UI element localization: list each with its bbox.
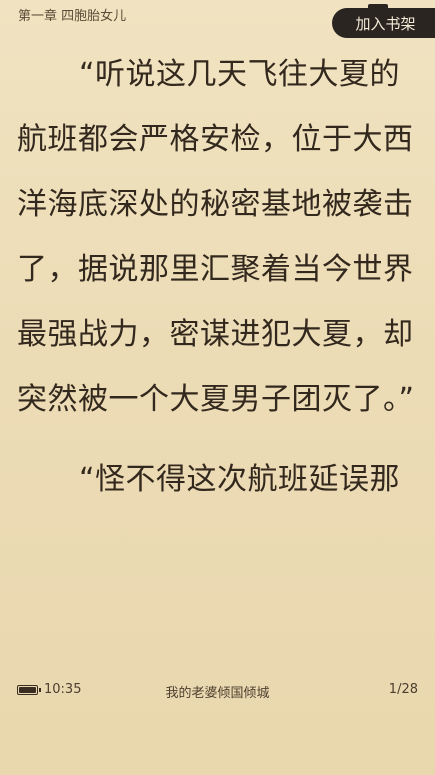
reading-area[interactable]: “听说这几天飞往大夏的航班都会严格安检，位于大西洋海底深处的秘密基地被袭击了，据…: [17, 42, 419, 512]
add-to-shelf-label: 加入书架: [355, 14, 416, 33]
add-to-shelf-button[interactable]: 加入书架: [332, 4, 435, 38]
chapter-title: 第一章 四胞胎女儿: [18, 9, 127, 24]
paragraph: “听说这几天飞往大夏的航班都会严格安检，位于大西洋海底深处的秘密基地被袭击了，据…: [17, 57, 415, 417]
shelf-button-notch: [368, 4, 388, 10]
page-indicator: 1/28: [388, 682, 418, 697]
reader-footer: 10:35 我的老婆倾国倾城 1/28: [0, 680, 435, 702]
paragraph: “怪不得这次航班延误那: [79, 462, 401, 497]
book-title: 我的老婆倾国倾城: [165, 686, 270, 701]
reader-header: 第一章 四胞胎女儿 加入书架: [0, 0, 435, 38]
